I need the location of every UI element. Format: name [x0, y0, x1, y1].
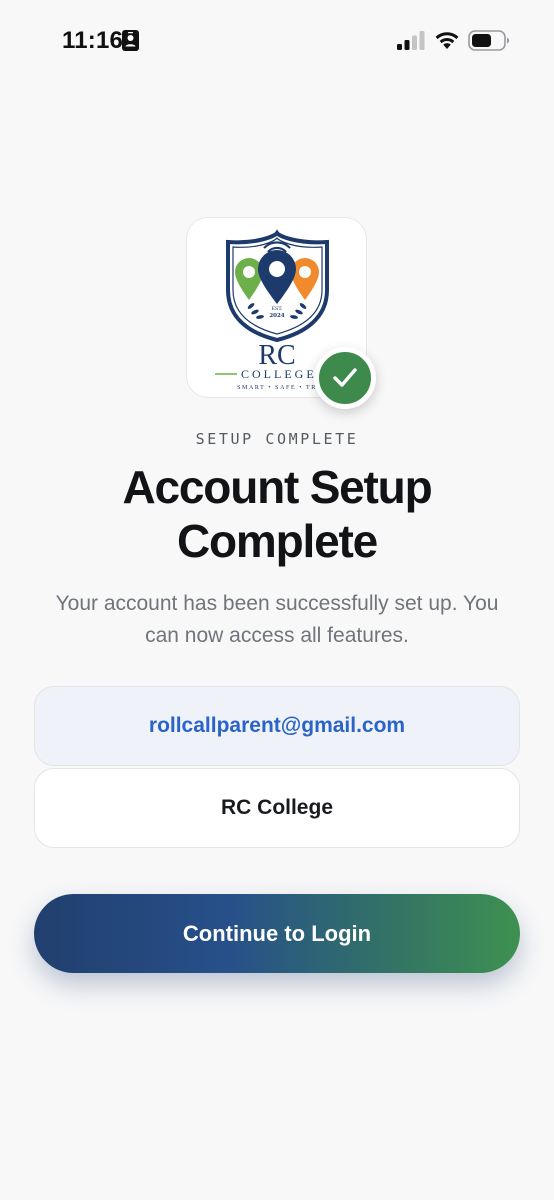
page-title-line-1: Account Setup — [122, 461, 433, 513]
est-label: EST. — [271, 306, 283, 312]
college-display: RC College — [34, 768, 520, 848]
setup-complete-screen: 11:16 EST. 2024 RC COLLEGE SMART • SAFE … — [0, 0, 554, 1200]
page-subtitle-line-1: Your account has been successfully set u… — [55, 592, 499, 615]
check-icon — [333, 368, 357, 387]
battery-icon — [468, 30, 510, 51]
page-title-line-2: Complete — [177, 515, 378, 567]
logo-wordmark: COLLEGE — [241, 367, 317, 381]
id-card-icon — [122, 30, 139, 51]
page-title: Account Setup Complete — [0, 460, 554, 568]
page-subtitle-line-2: can now access all features. — [145, 624, 409, 647]
est-year: 2024 — [269, 313, 284, 319]
logo-tagline: SMART • SAFE • TR — [237, 385, 317, 391]
continue-to-login-button[interactable]: Continue to Login — [34, 894, 520, 973]
setup-eyebrow-label: SETUP COMPLETE — [195, 430, 359, 448]
wifi-icon — [435, 32, 459, 49]
success-check-badge — [314, 347, 376, 409]
email-display: rollcallparent@gmail.com — [34, 686, 520, 766]
status-time: 11:16 — [62, 27, 124, 54]
signal-icon — [397, 31, 425, 50]
status-bar: 11:16 — [0, 0, 554, 80]
page-subtitle: Your account has been successfully set u… — [30, 588, 524, 652]
